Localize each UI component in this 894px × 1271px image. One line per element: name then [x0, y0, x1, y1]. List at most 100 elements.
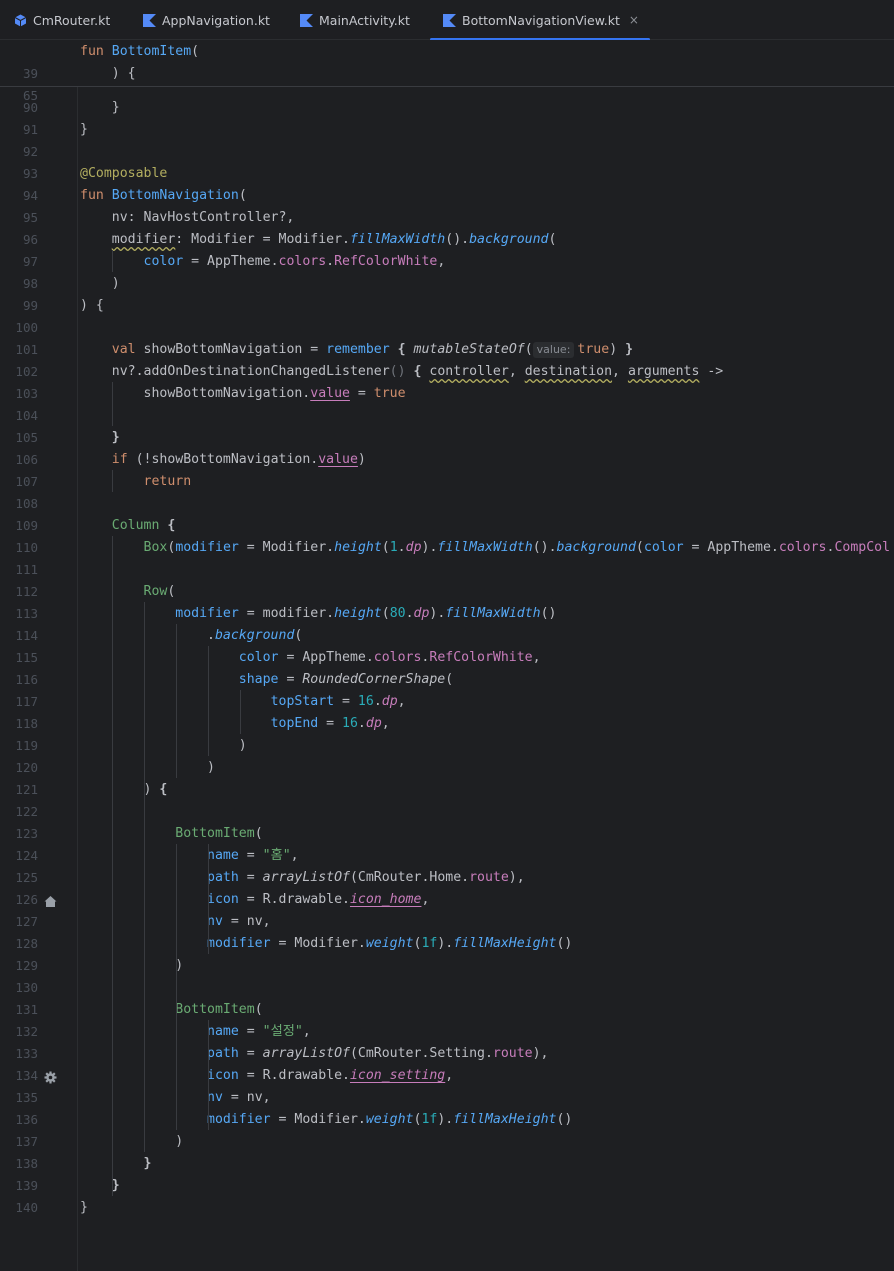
code-text: Box(modifier = Modifier.height(1.dp).fil…	[143, 540, 891, 555]
line-number: 122	[15, 804, 38, 819]
line-number: 124	[15, 848, 38, 863]
code-line[interactable]: 121 ) {	[0, 779, 894, 801]
code-line[interactable]: 98 )	[0, 273, 894, 295]
code-line[interactable]: 115 color = AppTheme.colors.RefColorWhit…	[0, 647, 894, 669]
code-line[interactable]: 103 showBottomNavigation.value = true	[0, 383, 894, 405]
code-line[interactable]: 97 color = AppTheme.colors.RefColorWhite…	[0, 251, 894, 273]
line-number: 133	[15, 1046, 38, 1061]
line-number: 129	[15, 958, 38, 973]
code-line[interactable]: 112 Row(	[0, 581, 894, 603]
code-line[interactable]: 128 modifier = Modifier.weight(1f).fillM…	[0, 933, 894, 955]
code-line[interactable]: 95 nv: NavHostController?,	[0, 207, 894, 229]
sticky-scroll-header[interactable]: 39 fun BottomItem( 65 ) {	[0, 40, 894, 103]
sticky-line[interactable]: 39 fun BottomItem(	[0, 41, 894, 81]
line-number: 135	[15, 1090, 38, 1105]
code-line[interactable]: 125 path = arrayListOf(CmRouter.Home.rou…	[0, 867, 894, 889]
code-line[interactable]: 100	[0, 317, 894, 339]
code-line[interactable]: 91}	[0, 119, 894, 141]
code-line[interactable]: 102 nv?.addOnDestinationChangedListener(…	[0, 361, 894, 383]
gear-icon[interactable]	[44, 1070, 57, 1084]
line-number: 121	[15, 782, 38, 797]
code-line[interactable]: 96 modifier: Modifier = Modifier.fillMax…	[0, 229, 894, 251]
code-line[interactable]: 140}	[0, 1197, 894, 1219]
code-text: showBottomNavigation.value = true	[80, 386, 406, 401]
code-line[interactable]: 132 name = "설정",	[0, 1021, 894, 1043]
code-line[interactable]: 139 }	[0, 1175, 894, 1197]
code-text: nv?.addOnDestinationChangedListener() { …	[80, 364, 724, 379]
code-text: modifier = Modifier.weight(1f).fillMaxHe…	[207, 1112, 573, 1127]
code-text: val showBottomNavigation = remember { mu…	[111, 342, 634, 358]
code-line[interactable]: 90 }	[0, 97, 894, 119]
code-line[interactable]: 126 icon = R.drawable.icon_home,	[0, 889, 894, 911]
code-line[interactable]: 117 topStart = 16.dp,	[0, 691, 894, 713]
code-line[interactable]: 138 }	[0, 1153, 894, 1175]
code-text: )	[80, 276, 120, 291]
code-line[interactable]: 124 name = "홈",	[0, 845, 894, 867]
line-number: 134	[15, 1068, 38, 1083]
line-number: 136	[15, 1112, 38, 1127]
code-text: icon = R.drawable.icon_setting,	[207, 1068, 454, 1083]
code-text: )	[80, 738, 247, 753]
code-text: modifier = Modifier.weight(1f).fillMaxHe…	[207, 936, 573, 951]
code-text: }	[80, 1200, 88, 1215]
code-text: ) {	[80, 66, 136, 81]
code-text: BottomItem(	[175, 1002, 263, 1017]
code-line[interactable]: 122	[0, 801, 894, 823]
code-line[interactable]: 104	[0, 405, 894, 427]
code-line[interactable]: 106 if (!showBottomNavigation.value)	[0, 449, 894, 471]
tab-mainactivity[interactable]: MainActivity.kt	[300, 0, 410, 40]
line-number: 126	[15, 892, 38, 907]
code-line[interactable]: 134 icon = R.drawable.icon_setting,	[0, 1065, 894, 1087]
tab-label: BottomNavigationView.kt	[462, 12, 620, 28]
code-line[interactable]: 133 path = arrayListOf(CmRouter.Setting.…	[0, 1043, 894, 1065]
code-text: )	[80, 1134, 184, 1149]
tab-bottomnavigationview[interactable]: BottomNavigationView.kt ×	[430, 0, 650, 41]
line-number: 132	[15, 1024, 38, 1039]
code-line[interactable]: 99 ) {	[0, 295, 894, 317]
code-text: ) {	[80, 298, 104, 313]
code-line[interactable]: 135 nv = nv,	[0, 1087, 894, 1109]
code-line[interactable]: 94 fun BottomNavigation(	[0, 185, 894, 207]
code-text: return	[143, 474, 192, 489]
line-number: 139	[15, 1178, 38, 1193]
code-text: fun BottomNavigation(	[80, 188, 247, 203]
code-text: }	[111, 1178, 120, 1193]
line-number: 130	[15, 980, 38, 995]
code-text: }	[80, 122, 88, 137]
code-line[interactable]: 92	[0, 141, 894, 163]
code-line[interactable]: 130	[0, 977, 894, 999]
code-line[interactable]: 131 BottomItem(	[0, 999, 894, 1021]
code-line[interactable]: 118 topEnd = 16.dp,	[0, 713, 894, 735]
line-number: 65	[22, 88, 38, 103]
line-number: 127	[15, 914, 38, 929]
code-line[interactable]: 129 )	[0, 955, 894, 977]
code-line[interactable]: 116 shape = RoundedCornerShape(	[0, 669, 894, 691]
code-line[interactable]: 107 return	[0, 471, 894, 493]
code-line[interactable]: 108	[0, 493, 894, 515]
line-number: 93	[22, 166, 38, 181]
tab-label: AppNavigation.kt	[162, 12, 270, 28]
tab-appnavigation[interactable]: AppNavigation.kt	[143, 0, 270, 40]
code-line[interactable]: 123 BottomItem(	[0, 823, 894, 845]
code-line[interactable]: 127 nv = nv,	[0, 911, 894, 933]
kotlin-file-icon	[143, 13, 156, 27]
code-line[interactable]: 110 Box(modifier = Modifier.height(1.dp)…	[0, 537, 894, 559]
kotlin-file-icon	[300, 13, 313, 27]
code-line[interactable]: 93 @Composable	[0, 163, 894, 185]
line-number: 99	[22, 298, 38, 313]
sticky-line[interactable]: 65 ) {	[0, 63, 894, 103]
code-line[interactable]: 119 )	[0, 735, 894, 757]
code-line[interactable]: 113 modifier = modifier.height(80.dp).fi…	[0, 603, 894, 625]
tab-cmrouter[interactable]: CmRouter.kt	[14, 0, 110, 40]
code-line[interactable]: 105 }	[0, 427, 894, 449]
code-line[interactable]: 120 )	[0, 757, 894, 779]
code-line[interactable]: 109 Column {	[0, 515, 894, 537]
home-icon[interactable]	[44, 894, 57, 907]
close-icon[interactable]: ×	[629, 13, 639, 27]
code-line[interactable]: 111	[0, 559, 894, 581]
code-line[interactable]: 114 .background(	[0, 625, 894, 647]
code-line[interactable]: 101 val showBottomNavigation = remember …	[0, 339, 894, 361]
code-line[interactable]: 137 )	[0, 1131, 894, 1153]
code-line[interactable]: 136 modifier = Modifier.weight(1f).fillM…	[0, 1109, 894, 1131]
line-number: 94	[22, 188, 38, 203]
